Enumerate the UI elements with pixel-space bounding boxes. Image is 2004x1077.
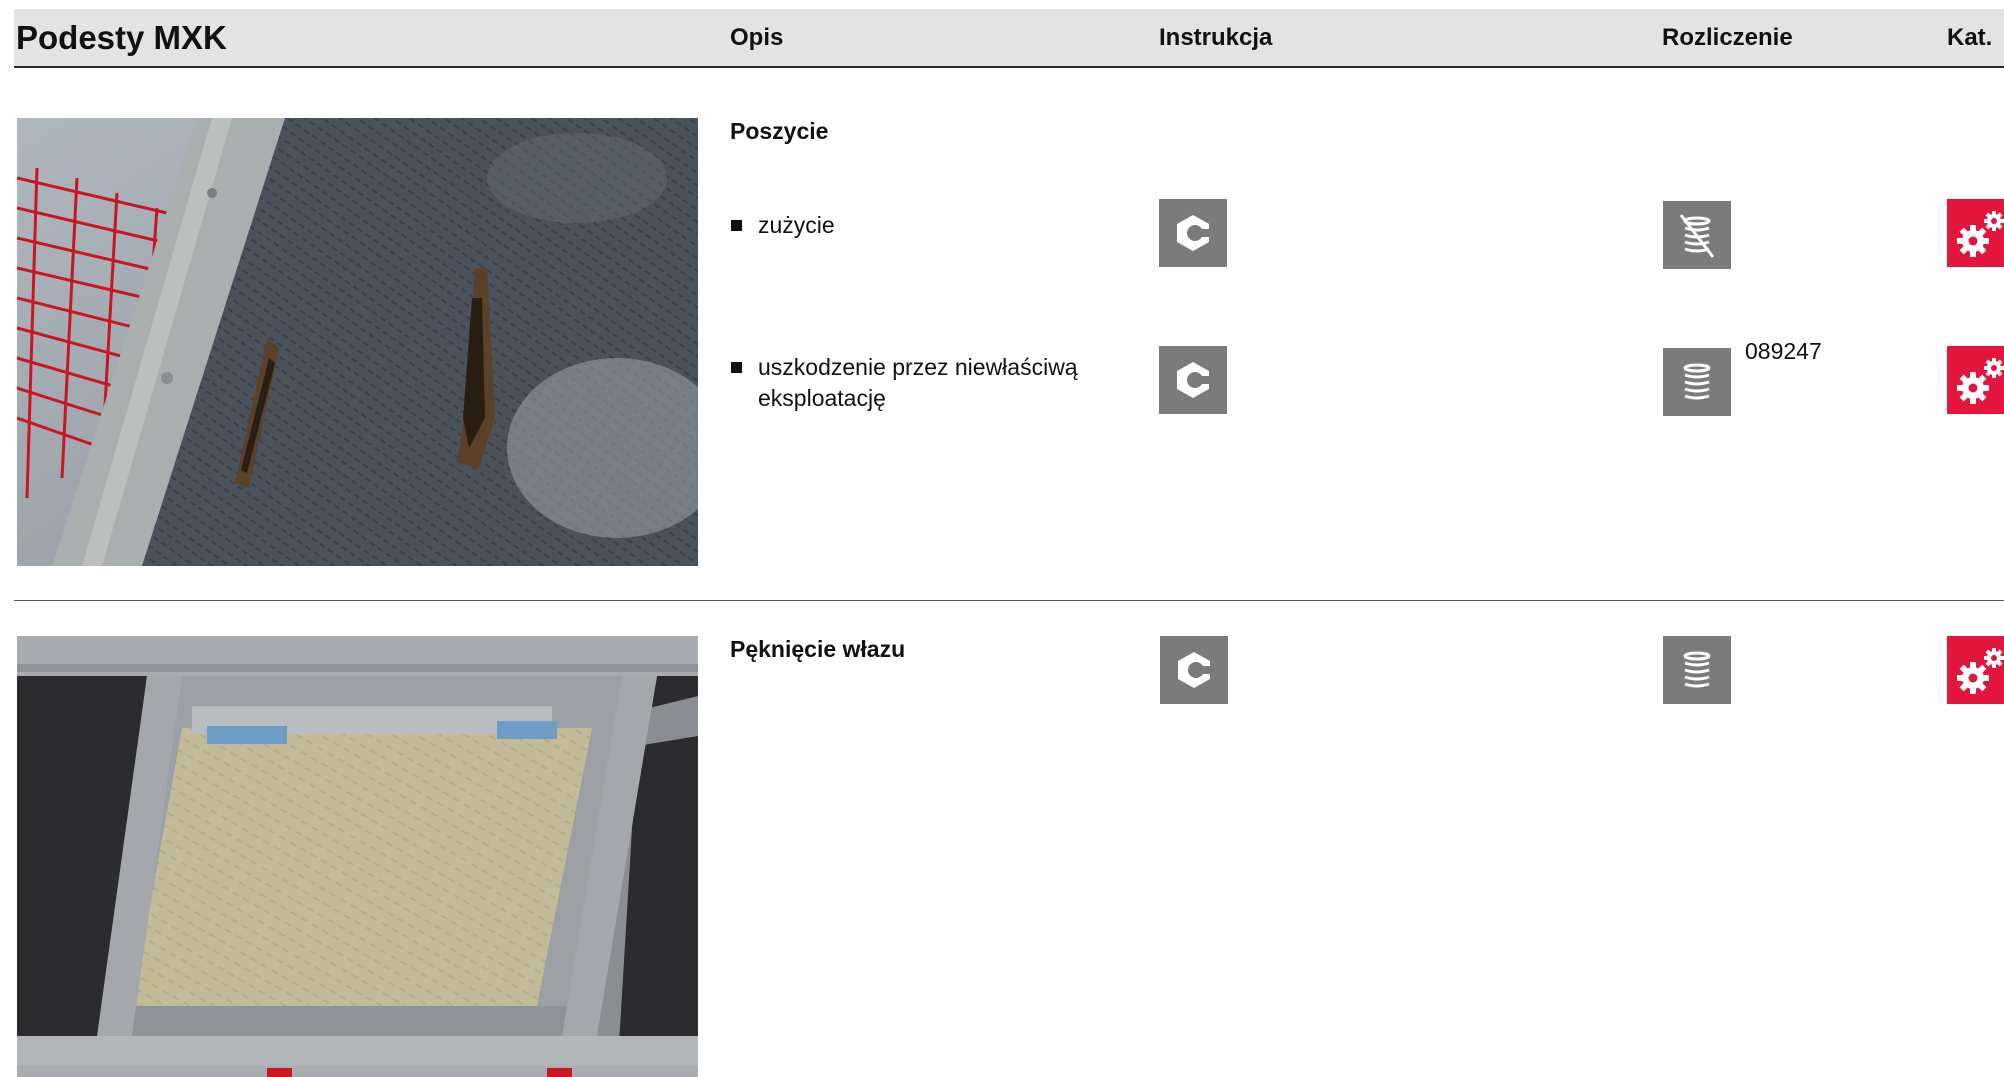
gears-icon[interactable]: [1947, 636, 2004, 704]
photo-peknięcie-wlazu: [17, 636, 698, 1077]
column-header-kat: Kat.: [1947, 24, 1993, 51]
list-item: zużycie: [731, 210, 1118, 241]
nut-icon[interactable]: [1160, 636, 1228, 704]
coins-crossed-icon[interactable]: [1663, 201, 1731, 269]
column-header-instrukcja: Instrukcja: [1159, 24, 1273, 51]
coins-icon[interactable]: [1663, 636, 1731, 704]
section-heading-pekniecie-wlazu: Pęknięcie włazu: [730, 636, 906, 662]
gears-icon[interactable]: [1947, 199, 2004, 267]
section-heading-poszycie: Poszycie: [730, 118, 829, 144]
damage-label: uszkodzenie przez niewłaściwą eksploatac…: [758, 354, 1078, 411]
table-header: Podesty MXK Opis Instrukcja Rozliczenie …: [14, 9, 2004, 68]
coins-icon[interactable]: [1663, 348, 1731, 416]
column-header-opis: Opis: [730, 24, 784, 51]
section-divider: [14, 600, 2004, 601]
list-item: uszkodzenie przez niewłaściwą eksploatac…: [731, 352, 1138, 414]
bullet-icon: [731, 220, 742, 231]
gears-icon[interactable]: [1947, 346, 2004, 414]
column-header-rozliczenie: Rozliczenie: [1662, 24, 1793, 51]
page-title: Podesty MXK: [16, 19, 227, 56]
photo-poszycie: [17, 118, 698, 566]
nut-icon[interactable]: [1159, 346, 1227, 414]
bullet-icon: [731, 362, 742, 373]
nut-icon[interactable]: [1159, 199, 1227, 267]
damage-label: zużycie: [758, 212, 835, 238]
article-number: 089247: [1745, 338, 1822, 364]
